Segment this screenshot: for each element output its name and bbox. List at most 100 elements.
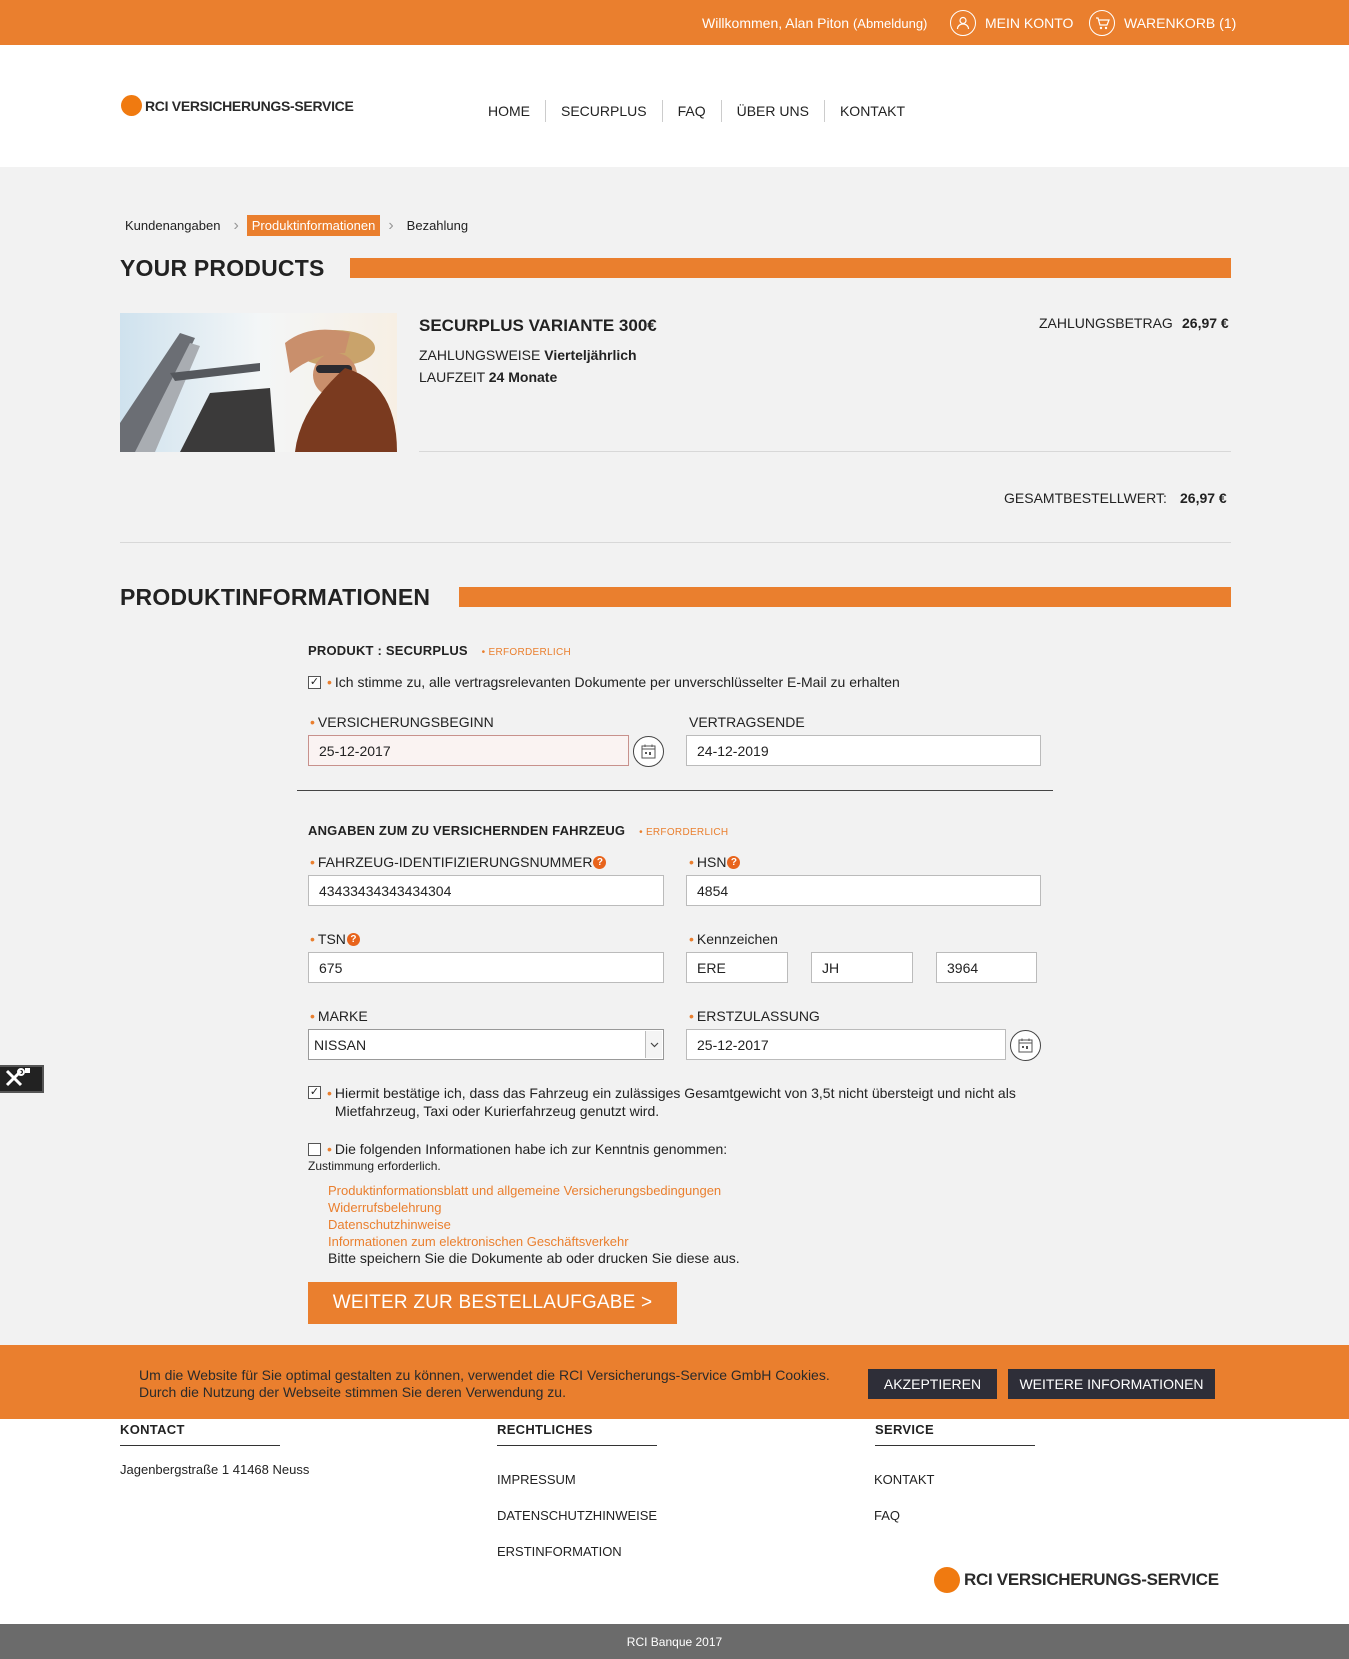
start-date-calendar-button[interactable] bbox=[633, 736, 664, 767]
nav-home[interactable]: HOME bbox=[473, 100, 546, 122]
required-bullet: • bbox=[689, 1008, 694, 1024]
start-date-input[interactable]: 25-12-2017 bbox=[308, 735, 629, 766]
tsn-input[interactable]: 675 bbox=[308, 952, 664, 983]
accessibility-tools-button[interactable] bbox=[0, 1065, 44, 1093]
nav-contact[interactable]: KONTAKT bbox=[825, 100, 920, 122]
payment-method: ZAHLUNGSWEISE Vierteljährlich bbox=[419, 347, 637, 363]
doc-link-privacy[interactable]: Datenschutzhinweise bbox=[328, 1217, 451, 1232]
required-bullet: • bbox=[310, 714, 315, 730]
payment-amount-value: 26,97 € bbox=[1182, 315, 1229, 331]
cookie-more-info-button[interactable]: WEITERE INFORMATIONEN bbox=[1008, 1369, 1215, 1399]
footer-address: Jagenbergstraße 1 41468 Neuss bbox=[120, 1462, 310, 1477]
registration-label-text: ERSTZULASSUNG bbox=[696, 1008, 820, 1024]
product-heading-text: PRODUKT : SECURPLUS bbox=[308, 643, 468, 658]
help-icon[interactable]: ? bbox=[727, 855, 741, 869]
my-account-link[interactable]: MEIN KONTO bbox=[950, 10, 1073, 36]
tsn-label: • TSN? bbox=[310, 931, 360, 947]
chevron-down-icon bbox=[645, 1031, 662, 1058]
registration-calendar-button[interactable] bbox=[1010, 1030, 1041, 1061]
nav-faq[interactable]: FAQ bbox=[663, 100, 722, 122]
footer-heading-underline bbox=[120, 1445, 280, 1446]
plate-part-1-input[interactable]: ERE bbox=[686, 952, 788, 983]
site-header: RCI VERSICHERUNGS-SERVICE HOME SECURPLUS… bbox=[0, 45, 1349, 167]
footer-link-imprint[interactable]: IMPRESSUM bbox=[497, 1472, 576, 1487]
products-title: YOUR PRODUCTS bbox=[120, 255, 325, 281]
product-name: SECURPLUS VARIANTE 300€ bbox=[419, 316, 657, 335]
footer-link-contact[interactable]: KONTAKT bbox=[874, 1472, 934, 1487]
weight-consent-checkbox[interactable]: ✓ bbox=[308, 1086, 321, 1099]
hsn-label: • HSN? bbox=[689, 854, 741, 870]
calendar-icon bbox=[641, 744, 656, 759]
product-image bbox=[120, 313, 397, 452]
section-divider bbox=[120, 542, 1231, 543]
logo-circle-icon bbox=[934, 1567, 960, 1593]
doc-link-withdrawal[interactable]: Widerrufsbelehrung bbox=[328, 1200, 441, 1215]
footer-link-faq[interactable]: FAQ bbox=[874, 1508, 900, 1523]
copyright-bar: RCI Banque 2017 bbox=[0, 1624, 1349, 1659]
consent-required-note: Zustimmung erforderlich. bbox=[308, 1159, 441, 1173]
footer-link-first-info[interactable]: ERSTINFORMATION bbox=[497, 1544, 622, 1559]
plate-part-3-input[interactable]: 3964 bbox=[936, 952, 1037, 983]
plate-part-2-input[interactable]: JH bbox=[811, 952, 913, 983]
contract-duration: LAUFZEIT 24 Monate bbox=[419, 369, 557, 385]
product-info-title-bar bbox=[459, 587, 1231, 607]
plate-label: • Kennzeichen bbox=[689, 931, 778, 947]
required-marker: • ERFORDERLICH bbox=[639, 827, 729, 838]
order-total-label: GESAMTBESTELLWERT: bbox=[1004, 490, 1167, 506]
save-documents-note: Bitte speichern Sie die Dokumente ab ode… bbox=[328, 1250, 740, 1266]
footer-heading-underline bbox=[497, 1445, 657, 1446]
required-bullet: • bbox=[310, 854, 315, 870]
doc-link-product-info[interactable]: Produktinformationsblatt und allgemeine … bbox=[328, 1183, 721, 1198]
breadcrumb-step-customer[interactable]: Kundenangaben bbox=[120, 215, 225, 236]
main-nav: HOME SECURPLUS FAQ ÜBER UNS KONTAKT bbox=[473, 100, 920, 122]
logo-circle-icon bbox=[121, 95, 142, 116]
email-consent-checkbox[interactable]: ✓ bbox=[308, 676, 321, 689]
doc-link-ecommerce[interactable]: Informationen zum elektronischen Geschäf… bbox=[328, 1234, 629, 1249]
nav-securplus[interactable]: SECURPLUS bbox=[546, 100, 663, 122]
brand-logo[interactable]: RCI VERSICHERUNGS-SERVICE bbox=[121, 95, 354, 116]
registration-label: • ERSTZULASSUNG bbox=[689, 1008, 820, 1024]
cookie-banner: Um die Website für Sie optimal gestalten… bbox=[0, 1345, 1349, 1419]
info-consent-text: Die folgenden Informationen habe ich zur… bbox=[334, 1141, 728, 1157]
hsn-label-text: HSN bbox=[696, 854, 727, 870]
cookie-text-line-1: Um die Website für Sie optimal gestalten… bbox=[139, 1367, 830, 1383]
required-bullet: • bbox=[327, 1085, 332, 1101]
info-consent-checkbox[interactable] bbox=[308, 1143, 321, 1156]
brand-select-value: NISSAN bbox=[314, 1037, 367, 1053]
footer-link-privacy[interactable]: DATENSCHUTZHINWEISE bbox=[497, 1508, 657, 1523]
end-date-input[interactable]: 24-12-2019 bbox=[686, 735, 1041, 766]
my-account-label: MEIN KONTO bbox=[985, 15, 1074, 31]
payment-method-value: Vierteljährlich bbox=[544, 347, 637, 363]
required-bullet: • bbox=[689, 931, 694, 947]
brand-select[interactable]: NISSAN bbox=[308, 1029, 664, 1060]
cookie-accept-button[interactable]: AKZEPTIEREN bbox=[868, 1369, 997, 1399]
required-bullet: • bbox=[689, 854, 694, 870]
required-marker: • ERFORDERLICH bbox=[481, 647, 572, 658]
help-icon[interactable]: ? bbox=[593, 855, 607, 869]
logo-text: RCI VERSICHERUNGS-SERVICE bbox=[145, 97, 354, 114]
product-heading: PRODUKT : SECURPLUS • ERFORDERLICH bbox=[308, 643, 571, 658]
required-bullet: • bbox=[310, 931, 315, 947]
logout-link[interactable]: (Abmeldung) bbox=[853, 16, 927, 31]
hsn-input[interactable]: 4854 bbox=[686, 875, 1041, 906]
duration-label: LAUFZEIT bbox=[419, 369, 485, 385]
cart-label: WARENKORB (1) bbox=[1124, 15, 1237, 31]
continue-to-order-button[interactable]: WEITER ZUR BESTELLAUFGABE > bbox=[308, 1282, 677, 1324]
footer-contact-heading: KONTACT bbox=[120, 1422, 185, 1437]
footer-legal-heading: RECHTLICHES bbox=[497, 1422, 593, 1437]
vin-input[interactable]: 43433434343434304 bbox=[308, 875, 664, 906]
brand-label: • MARKE bbox=[310, 1008, 368, 1024]
cookie-text: Um die Website für Sie optimal gestalten… bbox=[139, 1367, 830, 1401]
user-icon bbox=[950, 10, 976, 36]
vin-label: • FAHRZEUG-IDENTIFIZIERUNGSNUMMER? bbox=[310, 854, 607, 870]
cart-link[interactable]: WARENKORB (1) bbox=[1089, 10, 1236, 36]
registration-date-input[interactable]: 25-12-2017 bbox=[686, 1029, 1006, 1060]
products-title-bar bbox=[350, 258, 1231, 278]
payment-method-label: ZAHLUNGSWEISE bbox=[419, 347, 541, 363]
help-icon[interactable]: ? bbox=[346, 932, 360, 946]
copyright-text: RCI Banque 2017 bbox=[626, 1634, 723, 1649]
breadcrumb-step-product: Produktinformationen bbox=[246, 215, 381, 236]
chevron-right-icon: › bbox=[233, 216, 239, 234]
nav-about[interactable]: ÜBER UNS bbox=[722, 100, 825, 122]
order-total-value: 26,97 € bbox=[1180, 490, 1227, 506]
